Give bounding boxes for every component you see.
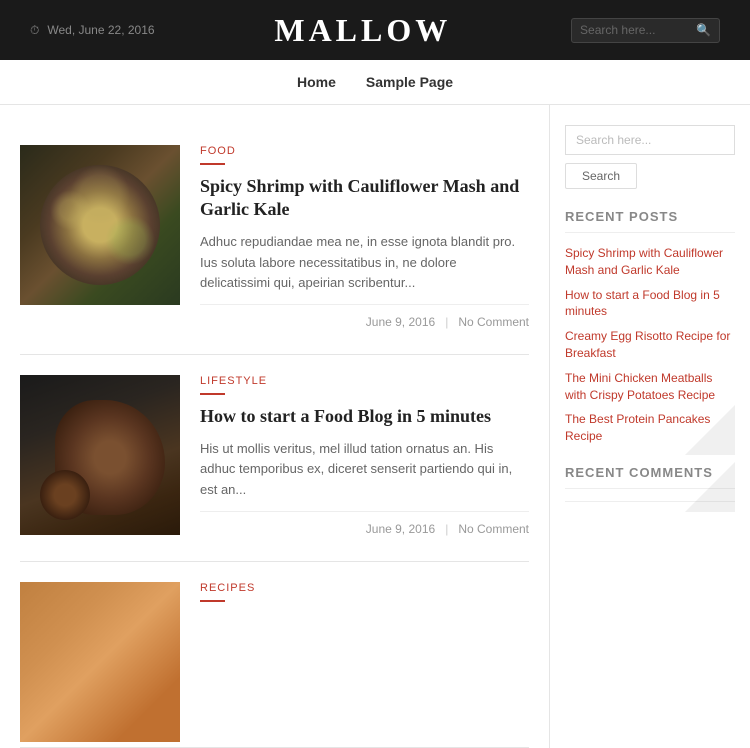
recent-post-link[interactable]: The Mini Chicken Meatballs with Crispy P… — [565, 370, 735, 404]
post-body: LIFESTYLE How to start a Food Blog in 5 … — [200, 375, 529, 541]
post-date: June 9, 2016 — [366, 315, 435, 329]
post-card: RECIPES — [20, 562, 529, 748]
clock-icon: ⏱ — [30, 23, 39, 38]
nav-home[interactable]: Home — [297, 74, 336, 90]
post-category: LIFESTYLE — [200, 375, 529, 387]
main-container: FOOD Spicy Shrimp with Cauliflower Mash … — [0, 105, 750, 748]
main-nav: Home Sample Page — [0, 60, 750, 105]
post-thumbnail — [20, 375, 180, 535]
header-search-box[interactable]: 🔍 — [571, 18, 720, 43]
post-category-line — [200, 163, 225, 165]
separator: | — [445, 522, 448, 536]
post-excerpt: His ut mollis veritus, mel illud tation … — [200, 439, 529, 501]
post-thumbnail — [20, 582, 180, 742]
post-category-line — [200, 600, 225, 602]
post-category-line — [200, 393, 225, 395]
post-card: LIFESTYLE How to start a Food Blog in 5 … — [20, 355, 529, 562]
post-date: June 9, 2016 — [366, 522, 435, 536]
nav-sample-page[interactable]: Sample Page — [366, 74, 453, 90]
site-header: ⏱ Wed, June 22, 2016 MALLOW 🔍 — [0, 0, 750, 60]
header-search-input[interactable] — [580, 23, 690, 37]
post-title: Spicy Shrimp with Cauliflower Mash and G… — [200, 175, 529, 222]
post-category: FOOD — [200, 145, 529, 157]
separator: | — [445, 315, 448, 329]
sidebar-search-widget: Search — [565, 125, 735, 189]
post-card: FOOD Spicy Shrimp with Cauliflower Mash … — [20, 125, 529, 355]
post-thumbnail-image — [20, 145, 180, 305]
post-body: FOOD Spicy Shrimp with Cauliflower Mash … — [200, 145, 529, 334]
site-title: MALLOW — [155, 12, 571, 49]
post-thumbnail-image — [20, 582, 180, 742]
sidebar: Search Recent Posts Spicy Shrimp with Ca… — [550, 105, 750, 748]
content-area: FOOD Spicy Shrimp with Cauliflower Mash … — [0, 105, 550, 748]
post-category: RECIPES — [200, 582, 529, 594]
post-thumbnail-image — [20, 375, 180, 535]
post-excerpt: Adhuc repudiandae mea ne, in esse ignota… — [200, 232, 529, 294]
sidebar-search-button[interactable]: Search — [565, 163, 637, 189]
header-left: ⏱ Wed, June 22, 2016 — [30, 23, 155, 38]
post-thumbnail — [20, 145, 180, 305]
post-comment: No Comment — [458, 522, 529, 536]
recent-post-link[interactable]: Spicy Shrimp with Cauliflower Mash and G… — [565, 245, 735, 279]
corner-decoration — [685, 462, 735, 512]
recent-post-link[interactable]: Creamy Egg Risotto Recipe for Breakfast — [565, 328, 735, 362]
post-footer: June 9, 2016 | No Comment — [200, 511, 529, 541]
recent-comments-widget: Recent Comments — [565, 465, 735, 502]
post-footer: June 9, 2016 | No Comment — [200, 304, 529, 334]
header-search-icon: 🔍 — [696, 23, 711, 38]
recent-posts-title: Recent Posts — [565, 209, 735, 233]
post-body: RECIPES — [200, 582, 529, 742]
header-date: Wed, June 22, 2016 — [47, 23, 154, 37]
corner-decoration — [685, 405, 735, 455]
recent-posts-widget: Recent Posts Spicy Shrimp with Cauliflow… — [565, 209, 735, 445]
recent-post-link[interactable]: How to start a Food Blog in 5 minutes — [565, 287, 735, 321]
post-comment: No Comment — [458, 315, 529, 329]
post-title: How to start a Food Blog in 5 minutes — [200, 405, 529, 428]
sidebar-search-input[interactable] — [565, 125, 735, 155]
